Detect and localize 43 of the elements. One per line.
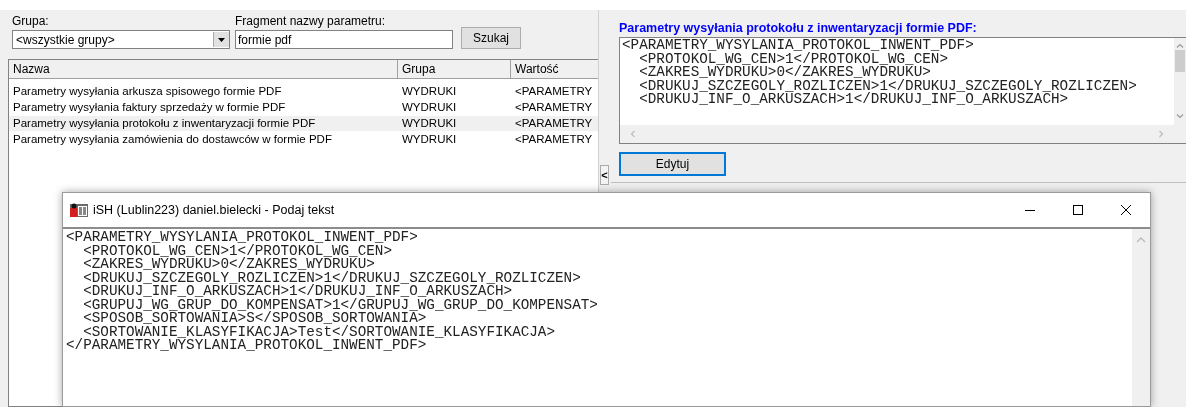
section-title: Parametry wysyłania protokołu z inwentaryzacji formie PDF: xyxy=(619,20,978,36)
code-line: <DRUKUJ_SZCZEGOLY_ROZLICZEN>1</DRUKUJ_SZCZEGOLY_ROZLICZEN> xyxy=(638,79,1138,93)
list-row[interactable]: Parametry wysyłania arkusza spisowego formie PDF WYDRUKI <PARAMETRY xyxy=(9,84,598,99)
edit-button[interactable]: Edytuj xyxy=(619,152,726,176)
app-icon xyxy=(70,202,88,218)
code-line: <ZAKRES_WYDRUKU>0</ZAKRES_WYDRUKU> xyxy=(638,66,931,80)
dropdown-arrow-icon xyxy=(218,37,225,42)
scroll-down-icon xyxy=(1176,114,1184,119)
group-dropdown[interactable]: <wszystkie grupy> xyxy=(12,30,230,49)
code-line: <DRUKUJ_INF_O_ARKUSZACH>1</DRUKUJ_INF_O_ARKUSZACH> xyxy=(82,285,513,299)
column-header[interactable]: Nazwa xyxy=(9,60,398,78)
list-row[interactable]: Parametry wysyłania zamówienia do dostawców w formie PDF WYDRUKI <PARAMETRY xyxy=(9,132,598,147)
code-line: </PARAMETRY_WYSYLANIA_PROTOKOL_INWENT_PDF> xyxy=(66,339,427,353)
field-label: Fragment nazwy parametru: xyxy=(235,14,387,28)
column-header[interactable]: Grupa xyxy=(398,60,511,78)
scroll-right-icon xyxy=(1159,130,1164,138)
code-line: <DRUKUJ_SZCZEGOLY_ROZLICZEN>1</DRUKUJ_SZCZEGOLY_ROZLICZEN> xyxy=(82,271,582,285)
list-row[interactable]: Parametry wysyłania protokołu z inwentaryzacji formie PDF WYDRUKI <PARAMETRY xyxy=(9,116,598,131)
code-line: <ZAKRES_WYDRUKU>0</ZAKRES_WYDRUKU> xyxy=(82,258,375,272)
collapse-button[interactable]: < xyxy=(600,165,609,185)
search-field[interactable]: formie pdf xyxy=(235,30,453,49)
close-icon xyxy=(1121,205,1131,215)
scrollbar-thumb[interactable] xyxy=(1175,50,1185,72)
scroll-up-icon xyxy=(1136,237,1146,243)
text-area[interactable] xyxy=(63,229,1132,406)
list-row[interactable]: Parametry wysyłania faktury sprzedaży w formie PDF WYDRUKI <PARAMETRY xyxy=(9,100,598,115)
search-button[interactable]: Szukaj xyxy=(461,27,521,49)
scroll-left-icon xyxy=(630,130,635,138)
code-line: <PROTOKOL_WG_CEN>1</PROTOKOL_WG_CEN> xyxy=(83,244,393,258)
scroll-up-icon xyxy=(1176,43,1184,48)
code-line: <PARAMETRY_WYSYLANIA_PROTOKOL_INWENT_PDF> xyxy=(622,39,975,53)
code-line: <SPOSOB_SORTOWANIA>S</SPOSOB_SORTOWANIA> xyxy=(82,312,427,326)
window-title: iSH (Lublin223) daniel.bielecki - Podaj tekst xyxy=(93,203,336,217)
code-line: <DRUKUJ_INF_O_ARKUSZACH>1</DRUKUJ_INF_O_ARKUSZACH> xyxy=(638,93,1069,107)
code-line: <GRUPUJ_WG_GRUP_DO_KOMPENSAT>1</GRUPUJ_WG_GRUP_DO_KOMPENSAT> xyxy=(82,298,599,312)
column-header[interactable]: Wartość xyxy=(511,60,598,78)
code-line: <SORTOWANIE_KLASYFIKACJA>Test</SORTOWANIE_KLASYFIKACJA> xyxy=(83,325,557,339)
code-line: <PROTOKOL_WG_CEN>1</PROTOKOL_WG_CEN> xyxy=(639,52,949,66)
code-line: <PARAMETRY_WYSYLANIA_PROTOKOL_INWENT_PDF> xyxy=(66,231,419,245)
vertical-scrollbar[interactable] xyxy=(1132,229,1150,406)
field-label: Grupa: xyxy=(12,14,50,28)
maximize-icon xyxy=(1073,205,1083,215)
text-area[interactable] xyxy=(619,37,1186,144)
